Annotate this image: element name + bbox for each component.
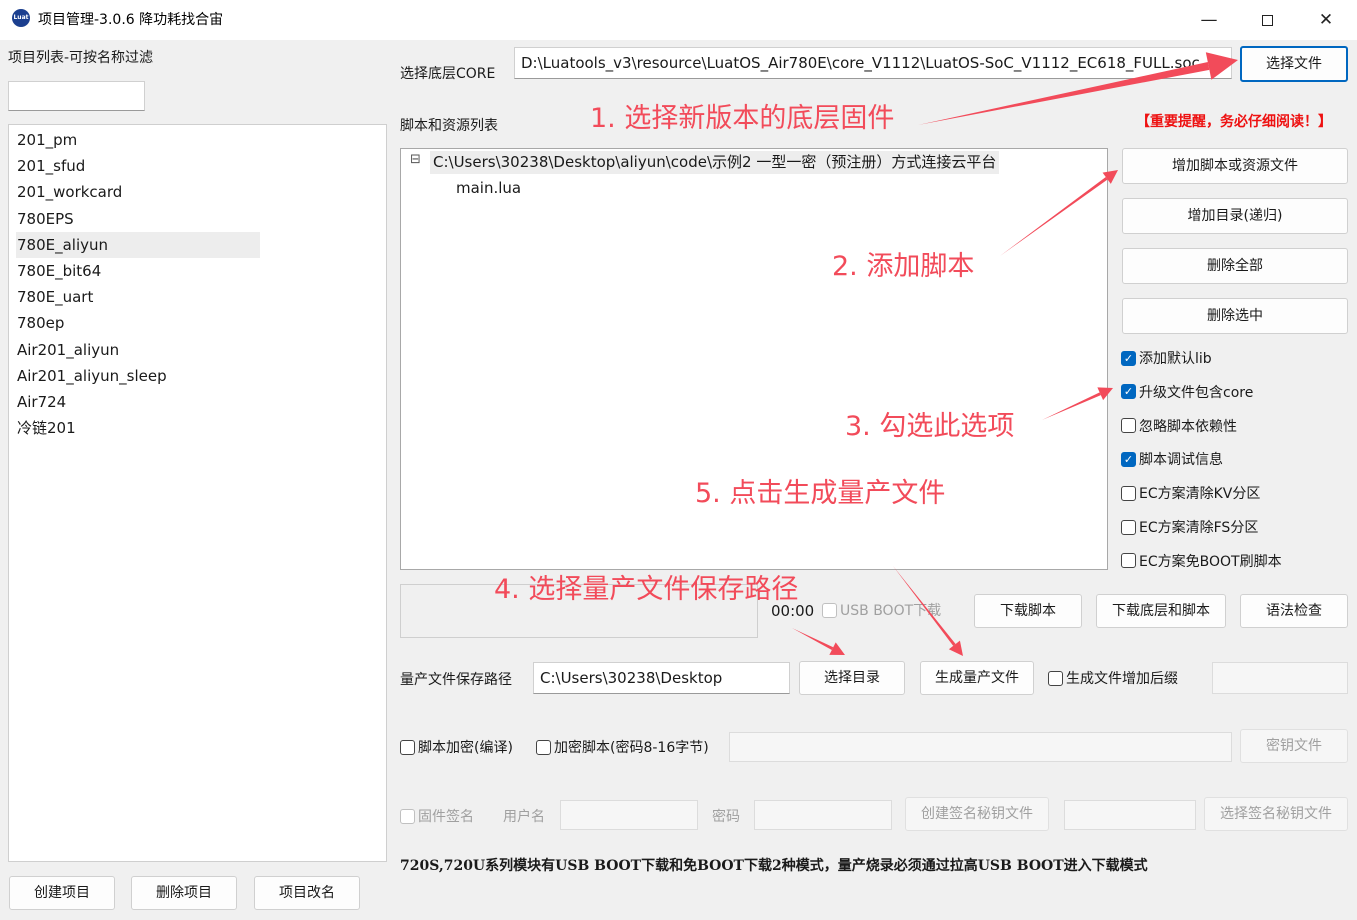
download-core-and-script-button[interactable]: 下载底层和脚本 (1096, 594, 1226, 628)
option-row[interactable]: EC方案清除FS分区 (1121, 516, 1258, 538)
option-row[interactable]: ✓ 添加默认lib (1121, 347, 1212, 369)
option-label: 忽略脚本依赖性 (1139, 418, 1237, 435)
compile-encrypt-label: 脚本加密(编译) (418, 740, 513, 756)
minimize-button[interactable]: — (1180, 0, 1238, 40)
option-label: EC方案清除KV分区 (1139, 486, 1261, 503)
firmware-sign-option[interactable]: 固件签名 (400, 805, 474, 827)
project-list-item[interactable]: 780E_aliyun (16, 231, 260, 258)
encrypt-script-checkbox[interactable] (536, 739, 551, 755)
option-row[interactable]: EC方案清除KV分区 (1121, 482, 1260, 504)
title-bar: Luat 项目管理-3.0.6 降功耗找合宙 — ✕ (0, 0, 1357, 40)
key-file-button[interactable]: 密钥文件 (1240, 729, 1348, 763)
maximize-icon (1261, 14, 1273, 26)
script-folder-node[interactable]: C:\Users\30238\Desktop\aliyun\code\示例2 一… (430, 151, 1000, 174)
project-list-item[interactable]: 780E_bit64 (16, 258, 260, 284)
syntax-check-button[interactable]: 语法检查 (1240, 594, 1348, 628)
close-button[interactable]: ✕ (1297, 0, 1355, 40)
create-project-button[interactable]: 创建项目 (9, 876, 115, 910)
mass-production-path-label: 量产文件保存路径 (400, 672, 512, 688)
project-list-item[interactable]: Air201_aliyun_sleep (16, 363, 260, 389)
usb-boot-option[interactable]: USB BOOT下载 (822, 599, 941, 621)
core-path-field[interactable]: D:\Luatools_v3\resource\LuatOS_Air780E\c… (514, 47, 1232, 79)
username-field[interactable] (560, 800, 698, 830)
delete-project-button[interactable]: 删除项目 (131, 876, 237, 910)
password-field[interactable] (754, 800, 892, 830)
username-label: 用户名 (503, 809, 545, 825)
option-checkbox[interactable] (1121, 485, 1136, 501)
option-checkbox[interactable] (1121, 519, 1136, 535)
download-script-button[interactable]: 下载脚本 (974, 594, 1082, 628)
core-label: 选择底层CORE (400, 66, 496, 82)
usb-boot-label: USB BOOT下载 (840, 603, 942, 619)
suffix-option[interactable]: 生成文件增加后缀 (1048, 667, 1178, 689)
project-list-item[interactable]: 201_sfud (16, 153, 260, 179)
option-row[interactable]: ✓ 升级文件包含core (1121, 381, 1253, 403)
option-checkbox[interactable]: ✓ (1121, 384, 1136, 400)
add-directory-button[interactable]: 增加目录(递归) (1122, 198, 1348, 234)
select-core-file-button[interactable]: 选择文件 (1240, 46, 1348, 82)
maximize-button[interactable] (1238, 0, 1296, 40)
annotation-step3: 3. 勾选此选项 (845, 411, 1015, 442)
project-list-item[interactable]: 780E_uart (16, 284, 260, 310)
script-list-label: 脚本和资源列表 (400, 118, 498, 134)
minimize-icon: — (1200, 10, 1218, 30)
select-sign-key-button[interactable]: 选择签名秘钥文件 (1204, 797, 1348, 831)
option-checkbox[interactable] (1121, 553, 1136, 569)
add-script-button[interactable]: 增加脚本或资源文件 (1122, 148, 1348, 184)
project-list-item[interactable]: 780ep (16, 310, 260, 336)
project-list-item[interactable]: 780EPS (16, 206, 260, 232)
compile-encrypt-checkbox[interactable] (400, 739, 415, 755)
annotation-step4: 4. 选择量产文件保存路径 (494, 574, 799, 605)
annotation-step5: 5. 点击生成量产文件 (695, 478, 946, 509)
option-label: 脚本调试信息 (1139, 452, 1223, 469)
project-list-item[interactable]: 201_pm (16, 127, 260, 153)
project-list-item[interactable]: Air724 (16, 389, 260, 415)
mass-production-path-field[interactable]: C:\Users\30238\Desktop (533, 662, 790, 694)
create-sign-key-button[interactable]: 创建签名秘钥文件 (905, 797, 1049, 831)
option-checkbox[interactable]: ✓ (1121, 350, 1136, 366)
close-icon: ✕ (1318, 10, 1334, 30)
option-label: EC方案清除FS分区 (1139, 520, 1259, 536)
annotation-step2: 2. 添加脚本 (832, 251, 975, 282)
project-list-item[interactable]: Air201_aliyun (16, 337, 260, 363)
select-directory-button[interactable]: 选择目录 (799, 661, 905, 695)
suffix-checkbox[interactable] (1048, 670, 1063, 686)
script-file-node[interactable]: main.lua (456, 177, 521, 199)
option-label: 添加默认lib (1139, 351, 1212, 367)
option-row[interactable]: ✓ 脚本调试信息 (1121, 448, 1223, 470)
window-title: 项目管理-3.0.6 降功耗找合宙 (38, 12, 224, 28)
project-list-item[interactable]: 201_workcard (16, 179, 260, 205)
suffix-label: 生成文件增加后缀 (1066, 671, 1178, 687)
generate-mass-production-button[interactable]: 生成量产文件 (920, 661, 1034, 695)
option-label: 升级文件包含core (1139, 384, 1254, 401)
collapse-icon[interactable]: ⊟ (410, 152, 426, 172)
sign-key-path-field[interactable] (1064, 800, 1196, 830)
option-row[interactable]: 忽略脚本依赖性 (1121, 415, 1237, 437)
option-checkbox[interactable]: ✓ (1121, 451, 1136, 467)
usb-boot-checkbox[interactable] (822, 602, 837, 618)
encrypt-password-field[interactable] (729, 732, 1232, 762)
password-label: 密码 (712, 809, 740, 825)
usb-boot-note: 720S,720U系列模块有USB BOOT下载和免BOOT下载2种模式，量产烧… (400, 858, 1148, 874)
project-list-item[interactable]: 冷链201 (16, 415, 260, 441)
delete-all-button[interactable]: 删除全部 (1122, 248, 1348, 284)
suffix-field[interactable] (1212, 662, 1348, 694)
option-row[interactable]: EC方案免BOOT刷脚本 (1121, 550, 1282, 572)
important-warning-link[interactable]: 【重要提醒，务必仔细阅读！】 (1136, 111, 1332, 131)
project-filter-input[interactable] (8, 81, 145, 111)
option-label: EC方案免BOOT刷脚本 (1139, 553, 1282, 570)
encrypt-script-option[interactable]: 加密脚本(密码8-16字节) (536, 736, 709, 758)
app-logo-icon: Luat (12, 9, 30, 27)
rename-project-button[interactable]: 项目改名 (254, 876, 360, 910)
firmware-sign-label: 固件签名 (418, 809, 474, 825)
project-list-header: 项目列表-可按名称过滤 (8, 50, 154, 66)
annotation-step1: 1. 选择新版本的底层固件 (590, 103, 895, 134)
option-checkbox[interactable] (1121, 418, 1136, 434)
firmware-sign-checkbox[interactable] (400, 808, 415, 824)
encrypt-script-label: 加密脚本(密码8-16字节) (554, 740, 709, 756)
delete-selected-button[interactable]: 删除选中 (1122, 298, 1348, 334)
compile-encrypt-option[interactable]: 脚本加密(编译) (400, 736, 513, 758)
